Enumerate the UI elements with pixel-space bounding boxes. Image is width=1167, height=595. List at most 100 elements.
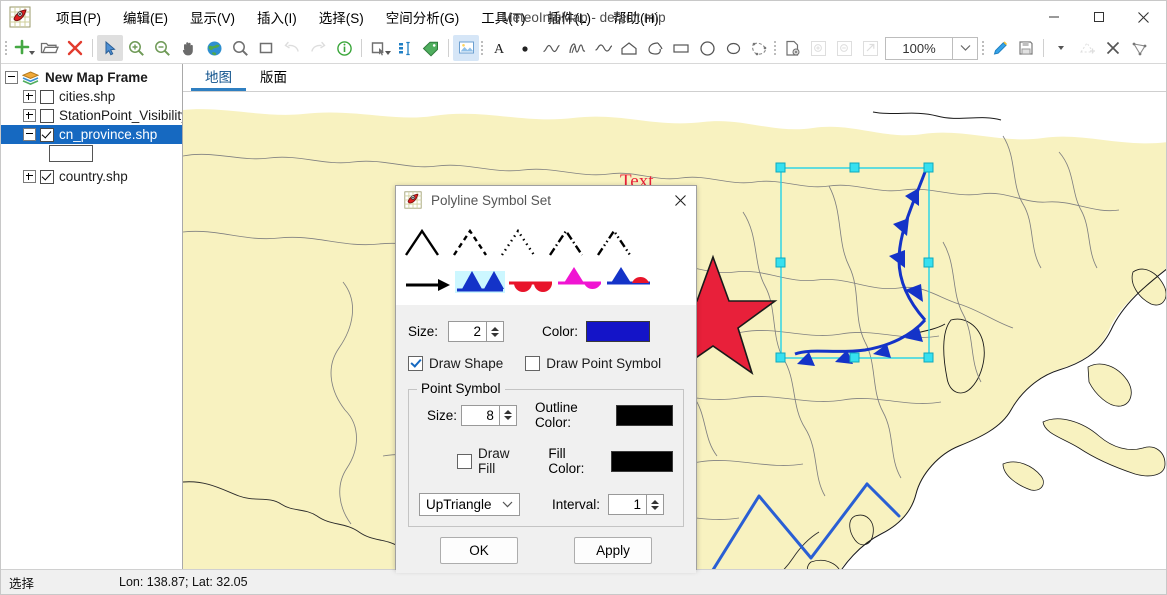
menu-project[interactable]: 项目(P) [45, 3, 112, 31]
layout-image-icon[interactable] [453, 35, 479, 61]
point-size-input[interactable] [460, 404, 499, 426]
chevron-down-icon[interactable] [491, 332, 499, 337]
new-layer-icon[interactable] [10, 35, 36, 61]
tab-layout[interactable]: 版面 [246, 63, 301, 91]
select-feature-dropdown-icon[interactable] [385, 51, 391, 55]
toolbar-grip[interactable] [980, 39, 987, 57]
menu-edit[interactable]: 编辑(E) [112, 3, 179, 31]
menu-spatial-analysis[interactable]: 空间分析(G) [375, 3, 471, 31]
point-size-stepper-buttons[interactable] [498, 404, 517, 426]
menu-plugins[interactable]: 插件(L) [537, 3, 603, 31]
polyline-tool-icon[interactable] [538, 35, 564, 61]
layer-visibility-checkbox[interactable] [40, 127, 54, 142]
page-setup-icon[interactable] [779, 35, 805, 61]
layer-visibility-checkbox[interactable] [40, 169, 54, 184]
expander-plus-icon[interactable] [23, 90, 36, 103]
point-tool-icon[interactable] [512, 35, 538, 61]
curve-tool-icon[interactable] [590, 35, 616, 61]
open-folder-icon[interactable] [36, 35, 62, 61]
line-color-swatch[interactable] [586, 321, 651, 342]
edit-pencil-icon[interactable] [987, 35, 1013, 61]
point-size-stepper[interactable] [460, 404, 517, 426]
layer-country[interactable]: country.shp [1, 167, 182, 186]
ok-button[interactable]: OK [440, 536, 518, 564]
expander-minus-icon[interactable] [5, 71, 18, 84]
layer-cn-province[interactable]: cn_province.shp [1, 125, 182, 144]
fill-color-swatch[interactable] [610, 450, 673, 472]
attribute-table-icon[interactable] [392, 35, 418, 61]
checkbox-unchecked-icon[interactable] [457, 453, 472, 469]
zoom-to-selection-icon[interactable] [227, 35, 253, 61]
layer-visibility-checkbox[interactable] [40, 89, 54, 104]
select-rectangle-icon[interactable] [253, 35, 279, 61]
delete-feature-icon[interactable] [1100, 35, 1126, 61]
layer-stationpoint-visibility[interactable]: StationPoint_Visibility_ [1, 106, 182, 125]
point-shape-combobox[interactable]: UpTriangle [419, 493, 520, 516]
zoom-level-control[interactable]: 100% [885, 36, 978, 60]
chevron-down-icon[interactable] [502, 501, 513, 508]
text-tool-icon[interactable]: A [486, 35, 512, 61]
edit-vertex-icon[interactable] [1126, 35, 1152, 61]
label-tag-icon[interactable] [418, 35, 444, 61]
tab-map[interactable]: 地图 [191, 63, 246, 91]
zoom-level-dropdown-icon[interactable] [953, 36, 978, 60]
pan-hand-icon[interactable] [175, 35, 201, 61]
chevron-up-icon[interactable] [651, 499, 660, 504]
apply-button[interactable]: Apply [574, 536, 652, 564]
symbol-gallery[interactable] [396, 214, 696, 305]
zoom-level-value[interactable]: 100% [885, 36, 953, 60]
chevron-up-icon[interactable] [503, 410, 512, 414]
menu-select[interactable]: 选择(S) [308, 3, 375, 31]
select-feature-icon[interactable] [366, 35, 392, 61]
toolbar-grip[interactable] [3, 39, 10, 57]
chevron-down-icon[interactable] [503, 416, 512, 420]
new-layer-dropdown-icon[interactable] [29, 51, 35, 55]
checkbox-checked-icon[interactable] [408, 356, 423, 371]
minimize-button[interactable] [1031, 1, 1076, 33]
checkbox-unchecked-icon[interactable] [525, 356, 541, 371]
chevron-down-icon[interactable] [651, 505, 660, 510]
zoom-out-icon[interactable] [149, 35, 175, 61]
identify-icon[interactable] [331, 35, 357, 61]
toolbar-grip[interactable] [479, 39, 486, 57]
polygon-tool-icon[interactable] [616, 35, 642, 61]
toolbar-grip[interactable] [772, 39, 779, 57]
rectangle-tool-icon[interactable] [668, 35, 694, 61]
chevron-up-icon[interactable] [491, 326, 499, 331]
map-frame-root[interactable]: New Map Frame [1, 68, 182, 87]
draw-shape-checkbox[interactable]: Draw Shape [408, 356, 503, 371]
size-stepper[interactable] [448, 321, 504, 342]
interval-stepper[interactable] [608, 494, 665, 515]
full-extent-globe-icon[interactable] [201, 35, 227, 61]
maximize-button[interactable] [1076, 1, 1121, 33]
polygon-swatch-icon[interactable] [49, 145, 93, 162]
save-layer-icon[interactable] [1013, 35, 1039, 61]
draw-fill-checkbox[interactable]: Draw Fill [457, 446, 528, 476]
curve-polygon-tool-icon[interactable] [746, 35, 772, 61]
menu-view[interactable]: 显示(V) [179, 3, 246, 31]
layer-legend-entry[interactable] [1, 144, 182, 163]
menu-insert[interactable]: 插入(I) [246, 3, 308, 31]
delete-icon[interactable] [62, 35, 88, 61]
freehand-tool-icon[interactable] [564, 35, 590, 61]
interval-input[interactable] [608, 494, 647, 515]
zoom-in-icon[interactable] [123, 35, 149, 61]
draw-point-symbol-checkbox[interactable]: Draw Point Symbol [525, 356, 661, 371]
interval-stepper-buttons[interactable] [646, 494, 665, 515]
dialog-close-button[interactable] [664, 186, 696, 214]
menu-tools[interactable]: 工具(T) [470, 3, 536, 31]
layer-visibility-checkbox[interactable] [40, 108, 54, 123]
size-input[interactable] [448, 321, 486, 342]
dropdown-arrow-icon[interactable] [1048, 35, 1074, 61]
size-stepper-buttons[interactable] [486, 321, 504, 342]
expander-plus-icon[interactable] [23, 170, 36, 183]
menu-help[interactable]: 帮助(H) [602, 3, 670, 31]
freehand-polygon-icon[interactable] [642, 35, 668, 61]
expander-minus-icon[interactable] [23, 128, 36, 141]
outline-color-swatch[interactable] [615, 404, 673, 426]
ellipse-tool-icon[interactable] [720, 35, 746, 61]
expander-plus-icon[interactable] [23, 109, 36, 122]
close-button[interactable] [1121, 1, 1166, 33]
select-arrow-icon[interactable] [97, 35, 123, 61]
circle-tool-icon[interactable] [694, 35, 720, 61]
